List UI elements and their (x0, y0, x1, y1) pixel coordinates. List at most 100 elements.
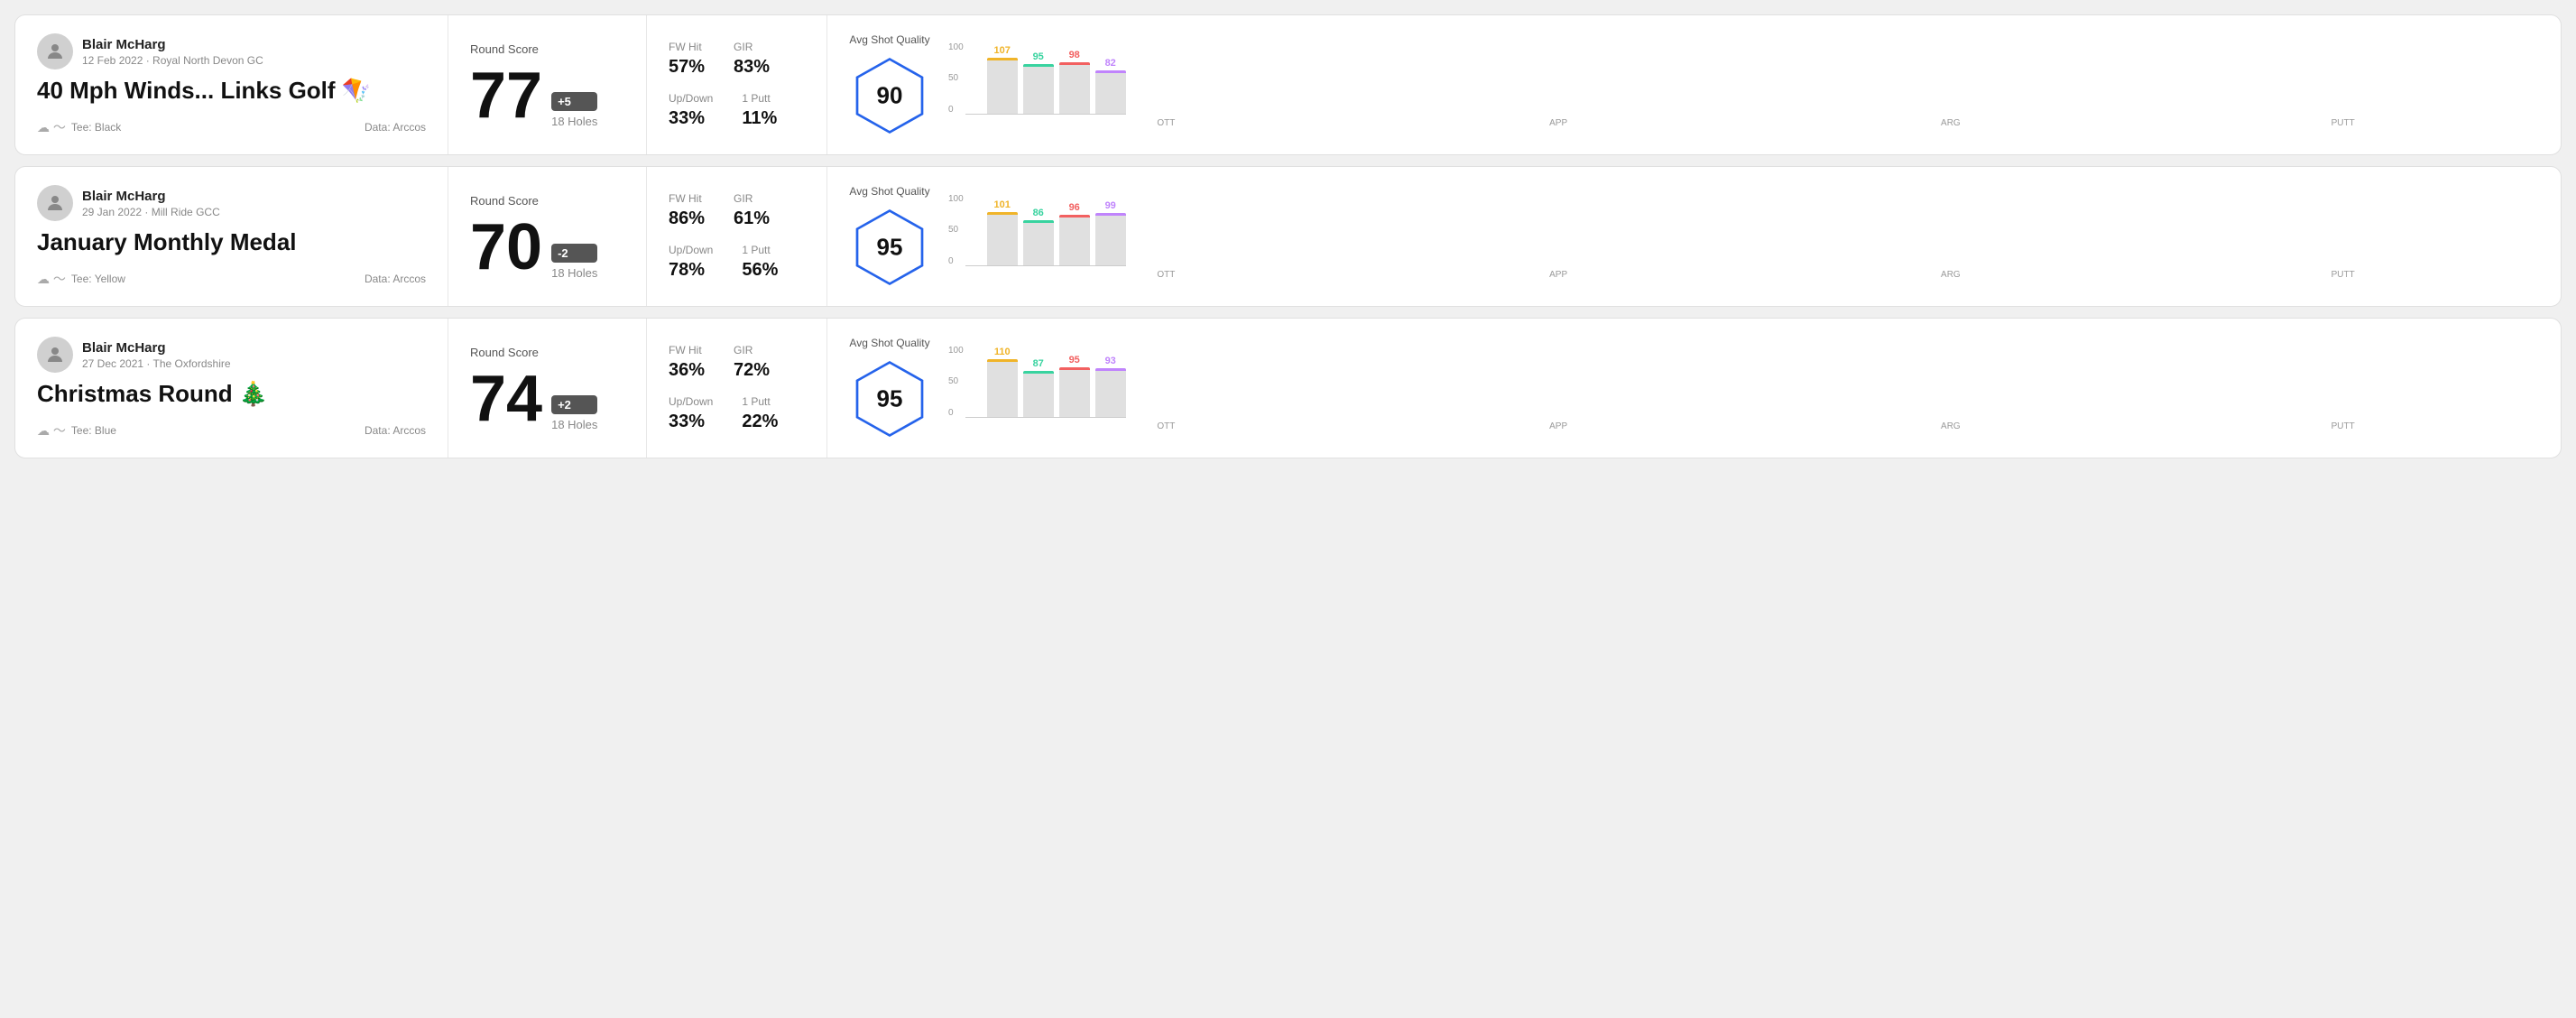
avatar (37, 33, 73, 69)
updown-value: 33% (669, 412, 713, 432)
y-label-50: 50 (948, 225, 964, 235)
round-title: January Monthly Medal (37, 228, 426, 256)
score-main: 74 +2 18 Holes (470, 366, 624, 431)
score-badge: +5 (551, 92, 597, 111)
y-label-100: 100 (948, 42, 964, 52)
fw-hit-value: 86% (669, 208, 705, 229)
updown-label: Up/Down (669, 92, 713, 105)
bar-accent (1023, 371, 1054, 374)
score-number: 74 (470, 366, 542, 431)
bar-value-label: 96 (1069, 202, 1080, 213)
bar-accent (1095, 368, 1126, 371)
fw-hit-value: 57% (669, 57, 705, 78)
score-main: 77 +5 18 Holes (470, 63, 624, 128)
bar-value-label: 98 (1069, 50, 1080, 60)
card-chart: Avg Shot Quality 90 100 50 0 (827, 15, 2561, 154)
bar-value-label: 95 (1033, 51, 1044, 62)
user-info: Blair McHarg 29 Jan 2022 · Mill Ride GCC (37, 185, 426, 221)
card-stats: FW Hit 36% GIR 72% Up/Down 33% 1 Putt (647, 319, 827, 458)
hex-score: 95 (877, 234, 903, 262)
bar-accent (987, 58, 1018, 60)
y-label-0: 0 (948, 408, 964, 418)
x-label-arg: ARG (1755, 118, 2147, 128)
hexagon-container: 95 (849, 207, 930, 288)
chart-wrapper: 100 50 0 107 95 98 (948, 42, 2539, 128)
card-stats: FW Hit 57% GIR 83% Up/Down 33% 1 Putt (647, 15, 827, 154)
score-details: -2 18 Holes (551, 244, 597, 280)
card-footer: ☁ 〜 Tee: Black Data: Arccos (37, 118, 426, 136)
score-badge: +2 (551, 395, 597, 414)
bar-accent (987, 212, 1018, 215)
bar-group-putt: 99 (1095, 200, 1126, 265)
user-info: Blair McHarg 12 Feb 2022 · Royal North D… (37, 33, 426, 69)
tee-info: ☁ 〜 Tee: Blue (37, 421, 116, 440)
card-stats: FW Hit 86% GIR 61% Up/Down 78% 1 Putt (647, 167, 827, 306)
updown-label: Up/Down (669, 244, 713, 256)
updown-value: 78% (669, 260, 713, 281)
x-label-ott: OTT (970, 270, 1362, 280)
bar-rect (1095, 368, 1126, 417)
user-details: Blair McHarg 27 Dec 2021 · The Oxfordshi… (82, 340, 231, 370)
stats-row-top: FW Hit 57% GIR 83% (669, 41, 805, 78)
bar-group-ott: 110 (987, 347, 1018, 417)
user-meta: 27 Dec 2021 · The Oxfordshire (82, 357, 231, 370)
bar-accent (1023, 64, 1054, 67)
x-labels: OTTAPPARGPUTT (948, 270, 2539, 280)
stats-row-top: FW Hit 36% GIR 72% (669, 344, 805, 381)
tee-label: Tee: Black (71, 121, 121, 134)
chart-wrapper: 100 50 0 110 87 95 (948, 346, 2539, 431)
data-source-label: Data: Arccos (365, 273, 426, 285)
score-holes: 18 Holes (551, 115, 597, 128)
one-putt-label: 1 Putt (742, 395, 778, 408)
user-name: Blair McHarg (82, 340, 231, 356)
gir-value: 72% (734, 360, 770, 381)
x-labels: OTTAPPARGPUTT (948, 118, 2539, 128)
y-axis: 100 50 0 (948, 42, 964, 115)
round-card: Blair McHarg 12 Feb 2022 · Royal North D… (14, 14, 2562, 155)
one-putt-label: 1 Putt (742, 244, 778, 256)
weather-icon: ☁ 〜 (37, 270, 66, 288)
avg-quality-section: Avg Shot Quality 95 (849, 185, 930, 288)
x-label-arg: ARG (1755, 270, 2147, 280)
bar-value-label: 110 (994, 347, 1011, 357)
one-putt-value: 11% (742, 108, 777, 129)
person-icon (44, 344, 66, 366)
y-label-100: 100 (948, 346, 964, 356)
stat-fw-hit: FW Hit 57% (669, 41, 705, 78)
bar-rect (1059, 215, 1090, 265)
tee-label: Tee: Yellow (71, 273, 125, 285)
stats-row-top: FW Hit 86% GIR 61% (669, 192, 805, 229)
bar-rect (1059, 62, 1090, 114)
user-meta: 12 Feb 2022 · Royal North Devon GC (82, 54, 263, 67)
avatar (37, 185, 73, 221)
avg-quality-label: Avg Shot Quality (849, 33, 929, 46)
bar-rect (1095, 213, 1126, 265)
round-card: Blair McHarg 29 Jan 2022 · Mill Ride GCC… (14, 166, 2562, 307)
weather-icon: ☁ 〜 (37, 118, 66, 136)
score-holes: 18 Holes (551, 418, 597, 431)
x-label-arg: ARG (1755, 421, 2147, 431)
user-details: Blair McHarg 29 Jan 2022 · Mill Ride GCC (82, 189, 220, 218)
card-chart: Avg Shot Quality 95 100 50 0 (827, 319, 2561, 458)
stats-row-bottom: Up/Down 78% 1 Putt 56% (669, 244, 805, 281)
y-label-50: 50 (948, 376, 964, 386)
user-name: Blair McHarg (82, 37, 263, 52)
bar-value-label: 95 (1069, 355, 1080, 366)
round-title: Christmas Round 🎄 (37, 380, 426, 408)
avg-quality-section: Avg Shot Quality 95 (849, 337, 930, 440)
bar-accent (1059, 367, 1090, 370)
tee-label: Tee: Blue (71, 424, 116, 437)
bar-rect (987, 359, 1018, 417)
stat-gir: GIR 83% (734, 41, 770, 78)
bar-value-label: 86 (1033, 208, 1044, 218)
score-details: +5 18 Holes (551, 92, 597, 128)
x-label-app: APP (1362, 270, 1755, 280)
hexagon-container: 90 (849, 55, 930, 136)
bar-group-putt: 93 (1095, 356, 1126, 417)
y-label-0: 0 (948, 256, 964, 266)
bar-group-putt: 82 (1095, 58, 1126, 114)
bar-group-app: 87 (1023, 358, 1054, 417)
weather-icon: ☁ 〜 (37, 421, 66, 440)
bar-accent (1023, 220, 1054, 223)
tee-info: ☁ 〜 Tee: Black (37, 118, 121, 136)
